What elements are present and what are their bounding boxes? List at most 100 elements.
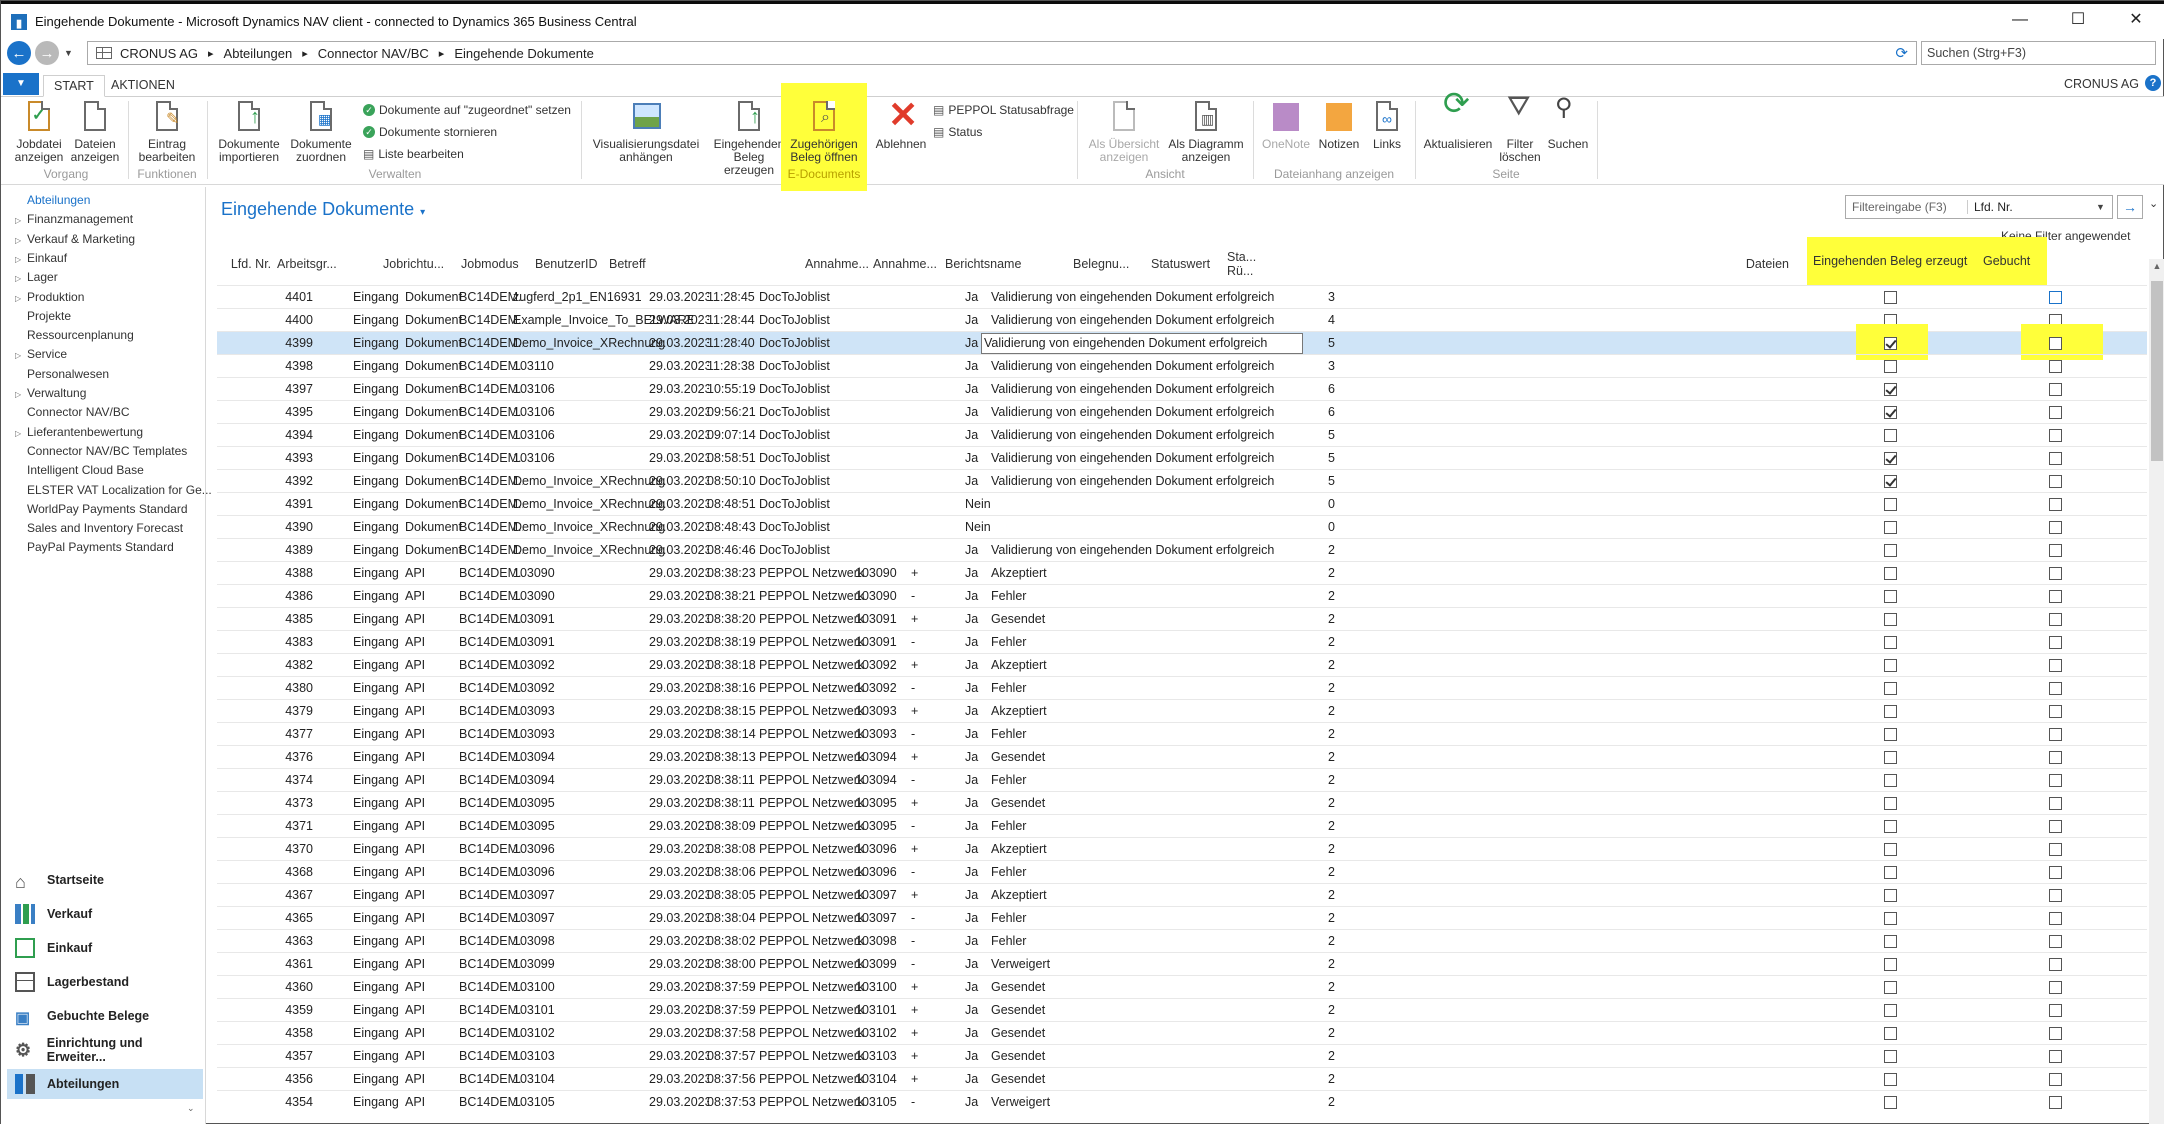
address-bar[interactable]: CRONUS AG ▸ Abteilungen ▸ Connector NAV/…: [87, 41, 1917, 65]
checkbox-beleg-erzeugt[interactable]: [1884, 475, 1897, 488]
checkbox-beleg-erzeugt[interactable]: [1884, 751, 1897, 764]
checkbox-gebucht[interactable]: [2049, 337, 2062, 350]
table-row[interactable]: 4391 Eingang Dokument BC14DEM... Demo_Invoic…: [217, 492, 2147, 515]
checkbox-gebucht[interactable]: [2049, 958, 2062, 971]
links-button[interactable]: ∞ Links: [1365, 101, 1409, 151]
table-row[interactable]: 4377 Eingang API BC14DEM... 103093 29.03.2023…: [217, 722, 2147, 745]
checkbox-gebucht[interactable]: [2049, 360, 2062, 373]
checkbox-beleg-erzeugt[interactable]: [1884, 774, 1897, 787]
column-header[interactable]: Sta... Rü...: [1227, 243, 1267, 285]
notizen-button[interactable]: Notizen: [1313, 101, 1365, 151]
collapse-filter-icon[interactable]: ⌄: [2149, 197, 2158, 210]
expand-arrow-icon[interactable]: ▷: [15, 294, 27, 303]
checkbox-beleg-erzeugt[interactable]: [1884, 843, 1897, 856]
liste-bearbeiten-button[interactable]: ▤ Liste bearbeiten: [363, 147, 464, 161]
set-zugeordnet-button[interactable]: ✓ Dokumente auf "zugeordnet" setzen: [363, 103, 571, 117]
nav-more-icon[interactable]: ⌄: [187, 1103, 195, 1114]
checkbox-gebucht[interactable]: [2049, 590, 2062, 603]
table-row[interactable]: 4368 Eingang API BC14DEM... 103096 29.03.2023…: [217, 860, 2147, 883]
table-row[interactable]: 4383 Eingang API BC14DEM... 103091 29.03.2023…: [217, 630, 2147, 653]
checkbox-beleg-erzeugt[interactable]: [1884, 889, 1897, 902]
checkbox-gebucht[interactable]: [2049, 613, 2062, 626]
checkbox-gebucht[interactable]: [2049, 774, 2062, 787]
sidebar-item[interactable]: ELSTER VAT Localization for Ge...: [15, 483, 212, 497]
filter-field-select[interactable]: Lfd. Nr.: [1968, 200, 2096, 214]
column-header[interactable]: Dateien: [1733, 243, 1789, 285]
expand-arrow-icon[interactable]: ▷: [15, 236, 27, 245]
checkbox-gebucht[interactable]: [2049, 1050, 2062, 1063]
dokumente-stornieren-button[interactable]: ✓ Dokumente stornieren: [363, 125, 497, 139]
checkbox-gebucht[interactable]: [2049, 383, 2062, 396]
checkbox-beleg-erzeugt[interactable]: [1884, 613, 1897, 626]
breadcrumb-company[interactable]: CRONUS AG: [120, 46, 198, 61]
sidebar-item[interactable]: ▷ Produktion: [15, 290, 84, 304]
checkbox-beleg-erzeugt[interactable]: [1884, 1027, 1897, 1040]
checkbox-beleg-erzeugt[interactable]: [1884, 958, 1897, 971]
checkbox-gebucht[interactable]: [2049, 475, 2062, 488]
expand-arrow-icon[interactable]: ▷: [15, 274, 27, 283]
als-diagramm-anzeigen-button[interactable]: ▥ Als Diagramm anzeigen: [1165, 101, 1247, 164]
refresh-icon[interactable]: ⟳: [1895, 44, 1908, 62]
expand-arrow-icon[interactable]: ▷: [15, 255, 27, 264]
checkbox-gebucht[interactable]: [2049, 567, 2062, 580]
table-row[interactable]: 4390 Eingang Dokument BC14DEM... Demo_Invoic…: [217, 515, 2147, 538]
sidebar-item[interactable]: Connector NAV/BC Templates: [15, 444, 187, 458]
nav-posted-docs[interactable]: ▣ Gebuchte Belege: [7, 1001, 203, 1031]
table-row[interactable]: 4382 Eingang API BC14DEM... 103092 29.03.2023…: [217, 653, 2147, 676]
checkbox-beleg-erzeugt[interactable]: [1884, 682, 1897, 695]
checkbox-gebucht[interactable]: [2049, 728, 2062, 741]
nav-purchase[interactable]: Einkauf: [7, 933, 203, 963]
checkbox-beleg-erzeugt[interactable]: [1884, 521, 1897, 534]
close-button[interactable]: ✕: [2107, 4, 2164, 36]
search-input[interactable]: Suchen (Strg+F3): [1921, 41, 2156, 65]
eintrag-bearbeiten-button[interactable]: ✎ Eintrag bearbeiten: [135, 101, 199, 164]
checkbox-gebucht[interactable]: [2049, 544, 2062, 557]
sidebar-item[interactable]: ▷ Service: [15, 347, 67, 361]
checkbox-beleg-erzeugt[interactable]: [1884, 452, 1897, 465]
checkbox-beleg-erzeugt[interactable]: [1884, 291, 1897, 304]
checkbox-gebucht[interactable]: [2049, 429, 2062, 442]
checkbox-beleg-erzeugt[interactable]: [1884, 429, 1897, 442]
visualisierungsdatei-anhaengen-button[interactable]: Visualisierungsdatei anhängen: [591, 101, 701, 164]
column-header[interactable]: Annahme...: [873, 243, 937, 285]
chevron-down-icon[interactable]: ▾: [420, 207, 425, 218]
filter-input[interactable]: Filtereingabe (F3): [1846, 200, 1968, 214]
checkbox-beleg-erzeugt[interactable]: [1884, 406, 1897, 419]
checkbox-beleg-erzeugt[interactable]: [1884, 567, 1897, 580]
checkbox-beleg-erzeugt[interactable]: [1884, 1096, 1897, 1109]
sidebar-item[interactable]: Intelligent Cloud Base: [15, 463, 144, 477]
column-header[interactable]: Gebucht: [1977, 237, 2047, 285]
table-row[interactable]: 4389 Eingang Dokument BC14DEM... Demo_Invoic…: [217, 538, 2147, 561]
table-row[interactable]: 4360 Eingang API BC14DEM... 103100 29.03.2023…: [217, 975, 2147, 998]
checkbox-gebucht[interactable]: [2049, 498, 2062, 511]
eingehenden-beleg-erzeugen-button[interactable]: ↑ Eingehenden Beleg erzeugen: [707, 101, 791, 177]
vertical-scrollbar[interactable]: ▲: [2149, 259, 2164, 1124]
table-row[interactable]: 4359 Eingang API BC14DEM... 103101 29.03.2023…: [217, 998, 2147, 1021]
sidebar-item[interactable]: WorldPay Payments Standard: [15, 502, 188, 516]
checkbox-gebucht[interactable]: [2049, 1004, 2062, 1017]
sidebar-item[interactable]: Ressourcenplanung: [15, 328, 134, 342]
checkbox-gebucht[interactable]: [2049, 843, 2062, 856]
nav-departments[interactable]: Abteilungen: [7, 1069, 203, 1099]
sidebar-item[interactable]: Personalwesen: [15, 367, 109, 381]
checkbox-beleg-erzeugt[interactable]: [1884, 705, 1897, 718]
checkbox-beleg-erzeugt[interactable]: [1884, 590, 1897, 603]
column-header[interactable]: Betreff: [609, 243, 799, 285]
dokumente-zuordnen-button[interactable]: ▦ Dokumente zuordnen: [287, 101, 355, 164]
peppol-statusabfrage-button[interactable]: ▤ PEPPOL Statusabfrage: [933, 103, 1074, 117]
sidebar-item[interactable]: ▷ Verwaltung: [15, 386, 86, 400]
sidebar-item[interactable]: ▷ Finanzmanagement: [15, 212, 133, 226]
nav-settings[interactable]: ⚙ Einrichtung und Erweiter...: [7, 1035, 203, 1065]
column-header[interactable]: Jobrichtu...: [383, 243, 455, 285]
scrollbar-thumb[interactable]: [2151, 281, 2163, 461]
checkbox-gebucht[interactable]: [2049, 291, 2062, 304]
checkbox-gebucht[interactable]: [2049, 659, 2062, 672]
column-header[interactable]: Jobmodus: [461, 243, 527, 285]
column-header[interactable]: Annahme...: [805, 243, 869, 285]
table-row[interactable]: 4354 Eingang API BC14DEM... 103105 29.03.2023…: [217, 1090, 2147, 1113]
table-row[interactable]: 4397 Eingang Dokument BC14DEM... 103106 29.03…: [217, 377, 2147, 400]
checkbox-gebucht[interactable]: [2049, 751, 2062, 764]
history-dropdown-icon[interactable]: ▼: [64, 48, 73, 58]
help-icon[interactable]: ?: [2145, 75, 2161, 91]
table-row[interactable]: 4398 Eingang Dokument BC14DEM... 103110 29.03…: [217, 354, 2147, 377]
